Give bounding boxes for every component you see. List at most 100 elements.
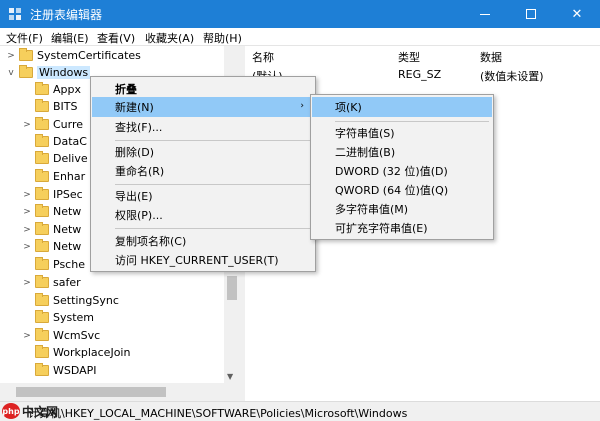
- submenu-item-dword[interactable]: DWORD (32 位)值(D): [312, 161, 492, 181]
- tree-node-netw-2[interactable]: > Netw: [22, 221, 81, 238]
- expand-icon[interactable]: >: [22, 278, 32, 288]
- php-logo-icon: php: [2, 403, 20, 419]
- menu-item-visit-hkcu[interactable]: 访问 HKEY_CURRENT_USER(T): [92, 250, 314, 270]
- folder-icon: [35, 222, 49, 235]
- tree-horizontal-scrollbar[interactable]: [0, 383, 240, 401]
- menu-favorites[interactable]: 收藏夹(A): [145, 30, 194, 46]
- menu-item-permissions[interactable]: 权限(P)...: [92, 205, 314, 225]
- folder-icon: [35, 239, 49, 252]
- scroll-down-icon[interactable]: ▼: [227, 372, 233, 381]
- column-header-type[interactable]: 类型: [398, 49, 420, 65]
- menu-item-delete[interactable]: 删除(D): [92, 142, 314, 162]
- expand-icon[interactable]: >: [22, 331, 32, 341]
- tree-node-systemcertificates[interactable]: > SystemCertificates: [6, 47, 141, 64]
- title-bar: 注册表编辑器 ✕: [0, 0, 600, 28]
- tree-node-delive[interactable]: Delive: [22, 150, 88, 167]
- column-header-data[interactable]: 数据: [480, 49, 502, 65]
- menu-item-collapse[interactable]: 折叠: [92, 79, 314, 99]
- maximize-button[interactable]: [508, 0, 554, 28]
- tree-node-label: safer: [53, 276, 81, 289]
- menu-item-export[interactable]: 导出(E): [92, 186, 314, 206]
- tree-node-label: SystemCertificates: [37, 49, 141, 62]
- minimize-button[interactable]: [462, 0, 508, 28]
- close-icon: ✕: [571, 6, 583, 22]
- tree-node-label: IPSec: [53, 188, 83, 201]
- tree-node-appx[interactable]: Appx: [22, 81, 81, 98]
- tree-node-windows[interactable]: v Windows: [6, 64, 91, 81]
- submenu-item-key[interactable]: 项(K): [312, 97, 492, 117]
- tree-node-label: Netw: [53, 205, 82, 218]
- folder-icon: [35, 204, 49, 217]
- tree-node-curre[interactable]: > Curre: [22, 116, 83, 133]
- menu-help[interactable]: 帮助(H): [203, 30, 242, 46]
- context-menu: 折叠 新建(N) › 查找(F)... 删除(D) 重命名(R) 导出(E) 权…: [90, 76, 316, 272]
- submenu-arrow-icon: ›: [300, 101, 304, 111]
- folder-icon: [35, 151, 49, 164]
- tree-node-netw-3[interactable]: > Netw: [22, 238, 81, 255]
- tree-node-label: Curre: [53, 118, 84, 131]
- tree-node-workplacejoin[interactable]: WorkplaceJoin: [22, 344, 130, 361]
- tree-node-wcmsvc[interactable]: > WcmSvc: [22, 327, 100, 344]
- menu-bar: 文件(F) 编辑(E) 查看(V) 收藏夹(A) 帮助(H): [0, 28, 600, 46]
- tree-node-system[interactable]: System: [22, 309, 94, 326]
- value-row-data[interactable]: (数值未设置): [480, 68, 544, 84]
- new-submenu: 项(K) 字符串值(S) 二进制值(B) DWORD (32 位)值(D) QW…: [310, 94, 494, 240]
- tree-node-netw-1[interactable]: > Netw: [22, 203, 81, 220]
- value-row-type[interactable]: REG_SZ: [398, 68, 441, 81]
- tree-node-label: DataC: [53, 135, 87, 148]
- submenu-item-multi-string[interactable]: 多字符串值(M): [312, 199, 492, 219]
- tree-node-enhar[interactable]: Enhar: [22, 168, 85, 185]
- tree-node-ipsec[interactable]: > IPSec: [22, 186, 83, 203]
- scroll-thumb[interactable]: [16, 387, 166, 397]
- tree-node-datac[interactable]: DataC: [22, 133, 87, 150]
- folder-icon: [35, 328, 49, 341]
- expand-icon[interactable]: >: [22, 120, 32, 130]
- folder-icon: [35, 363, 49, 376]
- tree-node-safer[interactable]: > safer: [22, 274, 81, 291]
- folder-icon: [35, 82, 49, 95]
- tree-node-wsdapi[interactable]: WSDAPI: [22, 362, 97, 379]
- tree-node-psche[interactable]: Psche: [22, 256, 85, 273]
- minimize-icon: [480, 13, 490, 15]
- tree-node-bits[interactable]: BITS: [22, 98, 78, 115]
- close-button[interactable]: ✕: [554, 0, 600, 28]
- window-title: 注册表编辑器: [30, 8, 103, 22]
- folder-icon: [35, 293, 49, 306]
- menu-edit[interactable]: 编辑(E): [51, 30, 89, 46]
- menu-file[interactable]: 文件(F): [6, 30, 43, 46]
- menu-item-rename[interactable]: 重命名(R): [92, 161, 314, 181]
- menu-separator: [335, 121, 489, 122]
- regedit-icon: [9, 8, 21, 20]
- tree-node-label: WSDAPI: [53, 364, 97, 377]
- tree-node-label: WorkplaceJoin: [53, 346, 131, 359]
- expand-icon[interactable]: >: [6, 51, 16, 61]
- expand-icon[interactable]: >: [22, 242, 32, 252]
- column-header-name[interactable]: 名称: [252, 49, 274, 65]
- expand-icon[interactable]: >: [22, 207, 32, 217]
- expand-icon[interactable]: >: [22, 225, 32, 235]
- tree-node-label: System: [53, 311, 95, 324]
- menu-separator: [115, 140, 311, 141]
- tree-node-settingsync[interactable]: SettingSync: [22, 292, 119, 309]
- tree-node-label: Netw: [53, 240, 82, 253]
- tree-node-label: Enhar: [53, 170, 86, 183]
- menu-item-copy-key-name[interactable]: 复制项名称(C): [92, 231, 314, 251]
- menu-view[interactable]: 查看(V): [97, 30, 135, 46]
- folder-icon: [35, 345, 49, 358]
- tree-node-label: SettingSync: [53, 294, 119, 307]
- submenu-item-binary[interactable]: 二进制值(B): [312, 142, 492, 162]
- menu-item-find[interactable]: 查找(F)...: [92, 117, 314, 137]
- tree-node-label: WcmSvc: [53, 329, 101, 342]
- folder-icon: [35, 99, 49, 112]
- menu-separator: [115, 228, 311, 229]
- submenu-item-expandable-string[interactable]: 可扩充字符串值(E): [312, 218, 492, 238]
- scroll-thumb[interactable]: [227, 276, 237, 300]
- tree-node-label: Delive: [53, 152, 88, 165]
- menu-item-new[interactable]: 新建(N) ›: [92, 97, 314, 117]
- watermark-logo: php 中文网: [2, 401, 58, 421]
- expand-icon[interactable]: >: [22, 190, 32, 200]
- submenu-item-qword[interactable]: QWORD (64 位)值(Q): [312, 180, 492, 200]
- collapse-icon[interactable]: v: [6, 68, 16, 78]
- status-path: 计算机\HKEY_LOCAL_MACHINE\SOFTWARE\Policies…: [28, 407, 408, 420]
- submenu-item-string[interactable]: 字符串值(S): [312, 123, 492, 143]
